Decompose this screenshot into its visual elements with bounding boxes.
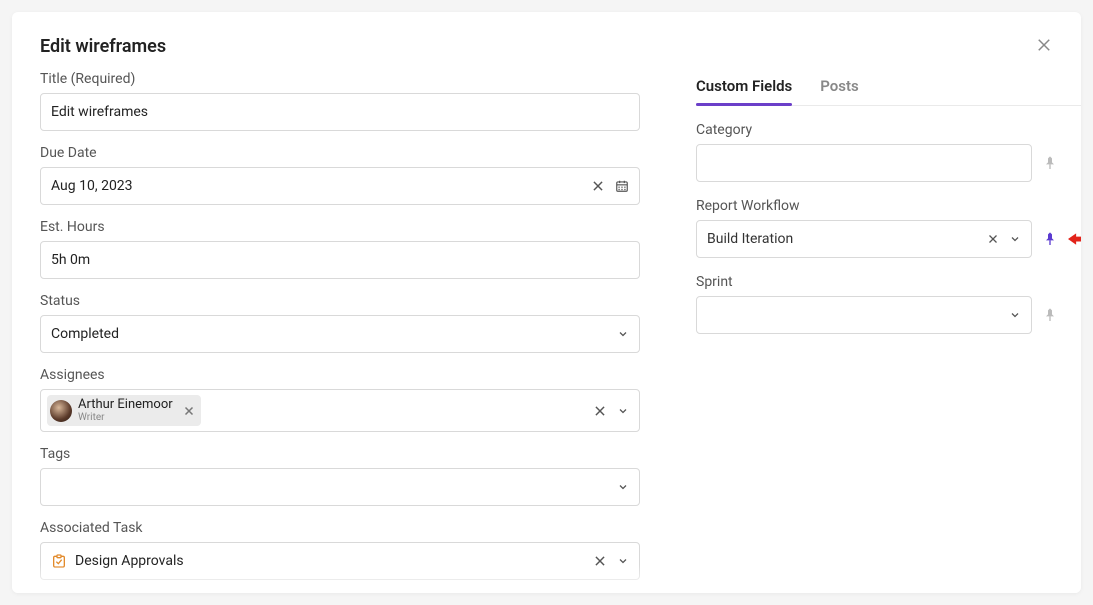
tags-field-group: Tags bbox=[40, 446, 640, 506]
chevron-down-icon bbox=[617, 555, 629, 567]
assignees-select[interactable]: Arthur Einemoor Writer bbox=[40, 389, 640, 432]
workflow-label: Report Workflow bbox=[696, 198, 1081, 214]
avatar bbox=[50, 400, 72, 422]
status-select[interactable]: Completed bbox=[40, 315, 640, 353]
clear-icon[interactable] bbox=[591, 179, 605, 193]
tab-posts[interactable]: Posts bbox=[820, 71, 858, 105]
right-column: Custom Fields Posts Category Report Work… bbox=[696, 71, 1081, 593]
title-label: Title (Required) bbox=[40, 71, 640, 87]
clear-icon[interactable] bbox=[987, 233, 999, 245]
tags-label: Tags bbox=[40, 446, 640, 462]
status-field-group: Status Completed bbox=[40, 293, 640, 353]
title-field-group: Title (Required) Edit wireframes bbox=[40, 71, 640, 131]
est-hours-field-group: Est. Hours 5h 0m bbox=[40, 219, 640, 279]
chevron-down-icon bbox=[617, 481, 629, 493]
associated-task-field-group: Associated Task Design Approvals bbox=[40, 520, 640, 580]
chevron-down-icon bbox=[1009, 233, 1021, 245]
tags-select[interactable] bbox=[40, 468, 640, 506]
title-input[interactable]: Edit wireframes bbox=[40, 93, 640, 131]
assignee-role: Writer bbox=[78, 412, 173, 423]
assignees-label: Assignees bbox=[40, 367, 640, 383]
assignee-chip: Arthur Einemoor Writer bbox=[47, 395, 201, 426]
tab-custom-fields[interactable]: Custom Fields bbox=[696, 71, 792, 105]
status-value: Completed bbox=[51, 326, 119, 342]
pin-icon[interactable] bbox=[1042, 155, 1058, 171]
category-field-group: Category bbox=[696, 122, 1081, 182]
est-hours-value: 5h 0m bbox=[51, 252, 90, 268]
chevron-down-icon bbox=[1009, 309, 1021, 321]
calendar-icon[interactable] bbox=[615, 179, 629, 193]
tabs: Custom Fields Posts bbox=[696, 71, 1081, 106]
associated-task-value: Design Approvals bbox=[75, 553, 184, 569]
due-date-label: Due Date bbox=[40, 145, 640, 161]
pin-icon[interactable] bbox=[1042, 231, 1058, 247]
pin-icon[interactable] bbox=[1042, 307, 1058, 323]
edit-task-modal: Edit wireframes Title (Required) Edit wi… bbox=[12, 12, 1081, 593]
modal-body: Title (Required) Edit wireframes Due Dat… bbox=[40, 71, 1053, 593]
due-date-input[interactable]: Aug 10, 2023 bbox=[40, 167, 640, 205]
left-column: Title (Required) Edit wireframes Due Dat… bbox=[40, 71, 640, 593]
assignee-text: Arthur Einemoor Writer bbox=[78, 398, 173, 423]
sprint-label: Sprint bbox=[696, 274, 1081, 290]
est-hours-label: Est. Hours bbox=[40, 219, 640, 235]
associated-task-label: Associated Task bbox=[40, 520, 640, 536]
task-icon bbox=[51, 553, 67, 569]
est-hours-input[interactable]: 5h 0m bbox=[40, 241, 640, 279]
clear-icon[interactable] bbox=[593, 554, 607, 568]
category-label: Category bbox=[696, 122, 1081, 138]
status-label: Status bbox=[40, 293, 640, 309]
modal-header: Edit wireframes bbox=[40, 36, 1053, 57]
sprint-field-group: Sprint bbox=[696, 274, 1081, 334]
due-date-field-group: Due Date Aug 10, 2023 bbox=[40, 145, 640, 205]
workflow-field-group: Report Workflow Build Iteration bbox=[696, 198, 1081, 258]
modal-title: Edit wireframes bbox=[40, 36, 166, 57]
remove-chip-icon[interactable] bbox=[183, 405, 195, 417]
workflow-value: Build Iteration bbox=[707, 231, 793, 247]
assignee-name: Arthur Einemoor bbox=[78, 398, 173, 412]
chevron-down-icon bbox=[617, 405, 629, 417]
sprint-select[interactable] bbox=[696, 296, 1032, 334]
due-date-value: Aug 10, 2023 bbox=[51, 178, 133, 194]
workflow-select[interactable]: Build Iteration bbox=[696, 220, 1032, 258]
category-input[interactable] bbox=[696, 144, 1032, 182]
close-icon[interactable] bbox=[1035, 36, 1053, 54]
clear-icon[interactable] bbox=[593, 404, 607, 418]
title-value: Edit wireframes bbox=[51, 104, 148, 120]
assignees-field-group: Assignees Arthur Einemoor Writer bbox=[40, 367, 640, 432]
associated-task-select[interactable]: Design Approvals bbox=[40, 542, 640, 580]
chevron-down-icon bbox=[617, 328, 629, 340]
arrow-left-icon bbox=[1068, 231, 1081, 247]
